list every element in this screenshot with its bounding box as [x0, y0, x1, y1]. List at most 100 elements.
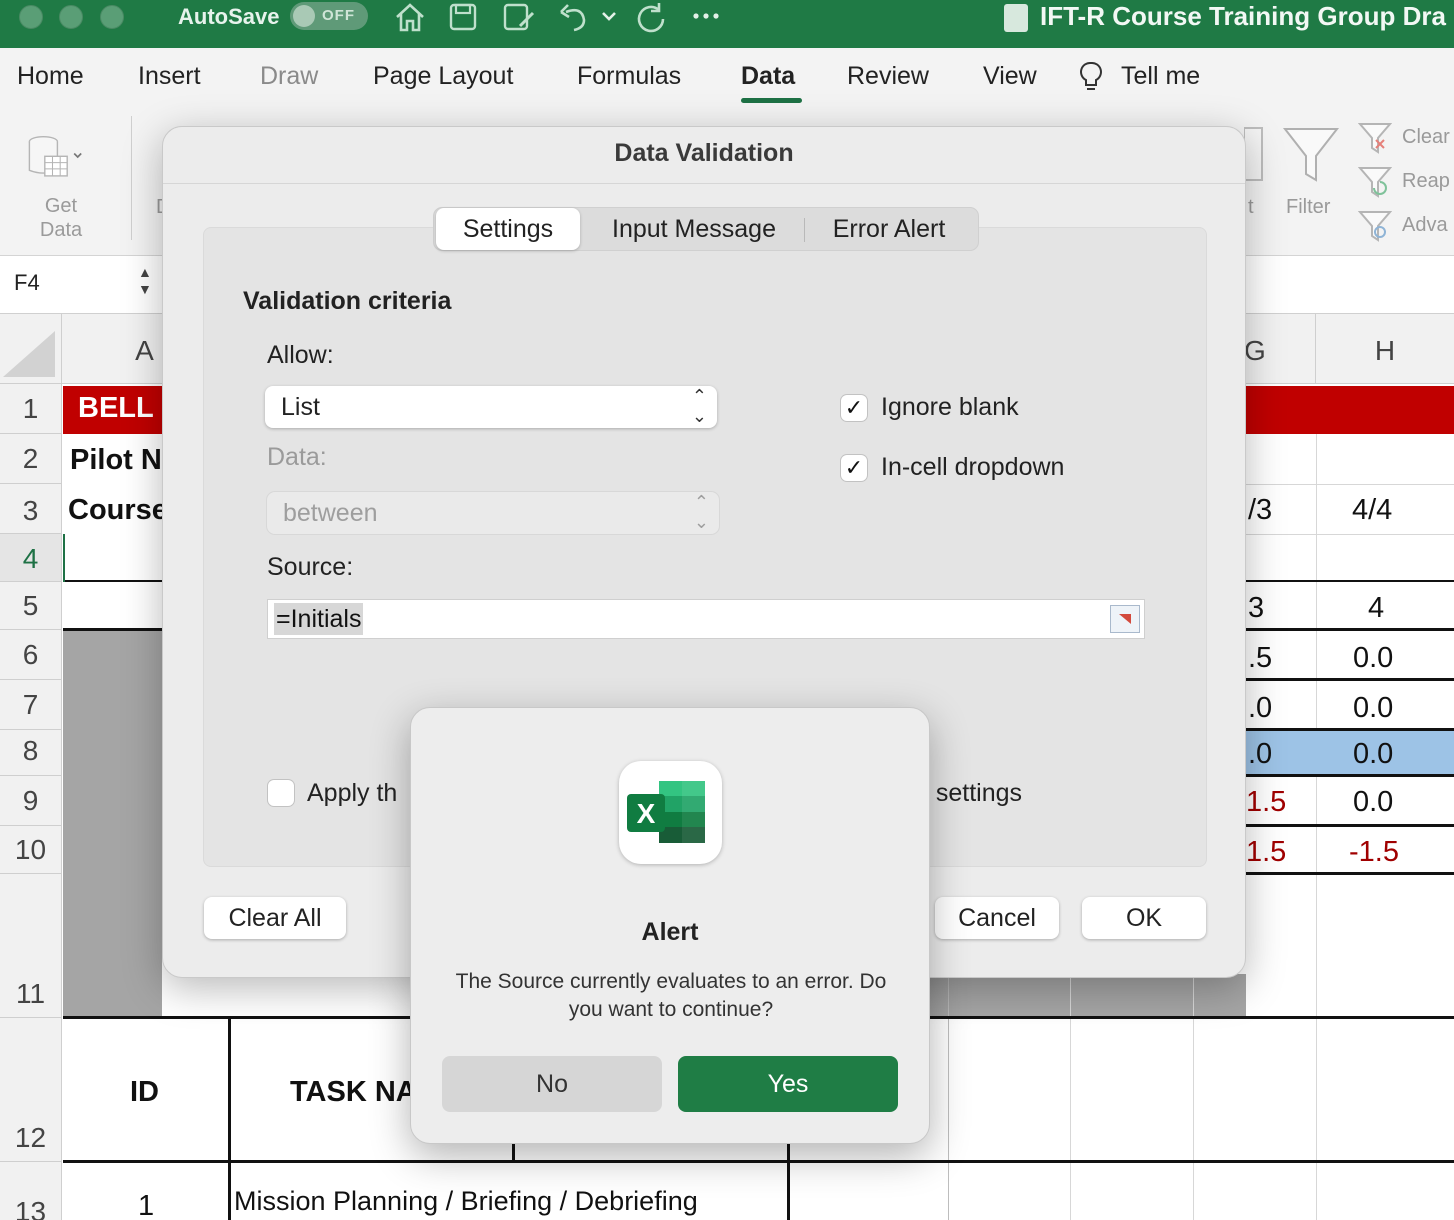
advanced-filter-icon[interactable]: [1358, 210, 1392, 242]
cell-h6[interactable]: 0.0: [1353, 642, 1393, 675]
name-box[interactable]: F4: [14, 270, 40, 296]
ribbon-tab-bar: Home Insert Draw Page Layout Formulas Da…: [0, 48, 1454, 110]
task-id-1[interactable]: 1: [138, 1190, 154, 1220]
row-header-10[interactable]: 10: [0, 826, 62, 874]
cell-h9[interactable]: 0.0: [1353, 786, 1393, 819]
tab-home[interactable]: Home: [17, 62, 84, 91]
in-cell-dropdown-checkbox[interactable]: ✓: [841, 455, 867, 481]
tab-page-layout[interactable]: Page Layout: [373, 62, 513, 91]
reapply-icon[interactable]: [1358, 166, 1392, 198]
clear-all-button[interactable]: Clear All: [204, 897, 346, 939]
filter-icon[interactable]: [1282, 126, 1340, 184]
active-cell-edge: [63, 534, 65, 582]
row-header-6[interactable]: 6: [0, 630, 62, 680]
cell-h8[interactable]: 0.0: [1353, 738, 1393, 771]
minimize-window-button[interactable]: [59, 5, 83, 29]
gridline: [1070, 978, 1071, 1220]
clear-filter-icon[interactable]: [1358, 122, 1392, 154]
border-row-6: [1246, 678, 1454, 681]
undo-dropdown-icon[interactable]: [600, 0, 618, 34]
alert-title: Alert: [641, 918, 699, 946]
cell-h3[interactable]: 4/4: [1352, 494, 1392, 527]
ignore-blank-checkbox[interactable]: ✓: [841, 395, 867, 421]
tab-tell-me[interactable]: Tell me: [1121, 62, 1200, 91]
get-data-icon[interactable]: [28, 126, 84, 188]
autosave-toggle[interactable]: OFF: [290, 2, 368, 30]
updown-chevron-icon: ⌃ ⌄: [691, 386, 707, 426]
row-header-4[interactable]: 4: [0, 534, 62, 582]
row-header-3[interactable]: 3: [0, 484, 62, 534]
row-header-2[interactable]: 2: [0, 434, 62, 484]
cell-g7[interactable]: .0: [1248, 692, 1272, 725]
allow-select[interactable]: List ⌃ ⌄: [265, 386, 717, 428]
cell-g6[interactable]: .5: [1248, 642, 1272, 675]
tab-draw[interactable]: Draw: [260, 62, 318, 91]
gridline: [1246, 484, 1454, 485]
tab-data[interactable]: Data: [741, 62, 795, 91]
source-input[interactable]: =Initials: [267, 599, 1145, 639]
shaded-block: [63, 631, 162, 1018]
task-name-header[interactable]: TASK NA: [290, 1076, 417, 1109]
row-header-9[interactable]: 9: [0, 776, 62, 826]
filter-label: Filter: [1286, 196, 1331, 218]
data-label: Data:: [267, 443, 327, 471]
cancel-button[interactable]: Cancel: [935, 897, 1059, 939]
reapply-label: Reap: [1402, 170, 1450, 192]
apply-to-all-label: Apply th: [307, 779, 398, 807]
row-header-12[interactable]: 12: [0, 1018, 62, 1162]
save-icon[interactable]: [448, 0, 478, 34]
cell-g10[interactable]: 1.5: [1246, 836, 1286, 869]
cell-a3[interactable]: Course: [68, 494, 168, 527]
tab-view[interactable]: View: [983, 62, 1037, 91]
zoom-window-button[interactable]: [100, 5, 124, 29]
collapse-range-icon[interactable]: [1110, 605, 1140, 633]
row-header-11[interactable]: 11: [0, 874, 62, 1018]
row-header-13[interactable]: 13: [0, 1162, 62, 1220]
undo-icon[interactable]: [558, 0, 590, 34]
tab-review[interactable]: Review: [847, 62, 929, 91]
sort-icon[interactable]: [1244, 126, 1264, 184]
in-cell-dropdown-label: In-cell dropdown: [881, 453, 1065, 481]
id-column-header[interactable]: ID: [130, 1076, 159, 1109]
updown-chevron-icon: ⌃ ⌄: [693, 492, 709, 532]
tab-divider: [804, 218, 805, 242]
no-button[interactable]: No: [442, 1056, 662, 1112]
dialog-tab-control: Settings Input Message Error Alert: [433, 207, 979, 251]
redo-icon[interactable]: [634, 0, 668, 34]
row-header-8[interactable]: 8: [0, 730, 62, 776]
row-header-7[interactable]: 7: [0, 680, 62, 730]
row-header-1[interactable]: 1: [0, 384, 62, 434]
yes-button[interactable]: Yes: [678, 1056, 898, 1112]
ribbon-separator: [131, 116, 132, 240]
tab-input-message[interactable]: Input Message: [584, 208, 804, 250]
tab-error-alert[interactable]: Error Alert: [808, 208, 970, 250]
home-icon[interactable]: [394, 0, 426, 34]
cell-h7[interactable]: 0.0: [1353, 692, 1393, 725]
cell-h10[interactable]: -1.5: [1349, 836, 1399, 869]
data-select[interactable]: between ⌃ ⌄: [267, 492, 719, 534]
cell-g9[interactable]: 1.5: [1246, 786, 1286, 819]
border-row-8: [1246, 774, 1454, 777]
tab-settings[interactable]: Settings: [436, 208, 580, 250]
cell-g5[interactable]: 3: [1248, 592, 1264, 625]
cell-h5[interactable]: 4: [1368, 592, 1384, 625]
save-as-icon[interactable]: [502, 0, 536, 34]
cell-g3[interactable]: /3: [1248, 494, 1272, 527]
column-header-h[interactable]: H: [1316, 314, 1454, 384]
source-value: =Initials: [274, 603, 364, 635]
gridline: [1316, 434, 1317, 1220]
ignore-blank-label: Ignore blank: [881, 393, 1019, 421]
cell-a2[interactable]: Pilot N: [70, 444, 162, 477]
ok-button[interactable]: OK: [1082, 897, 1206, 939]
name-box-stepper-icon[interactable]: ▲ ▼: [138, 264, 152, 298]
autosave-state: OFF: [322, 7, 355, 24]
row-header-5[interactable]: 5: [0, 582, 62, 630]
tab-insert[interactable]: Insert: [138, 62, 201, 91]
tab-formulas[interactable]: Formulas: [577, 62, 681, 91]
task-name-1[interactable]: Mission Planning / Briefing / Debriefing: [234, 1186, 698, 1217]
more-options-icon[interactable]: [692, 0, 720, 34]
close-window-button[interactable]: [19, 5, 43, 29]
select-all-corner[interactable]: [0, 314, 62, 384]
cell-g8[interactable]: .0: [1248, 738, 1272, 771]
apply-to-all-checkbox[interactable]: [268, 780, 294, 806]
